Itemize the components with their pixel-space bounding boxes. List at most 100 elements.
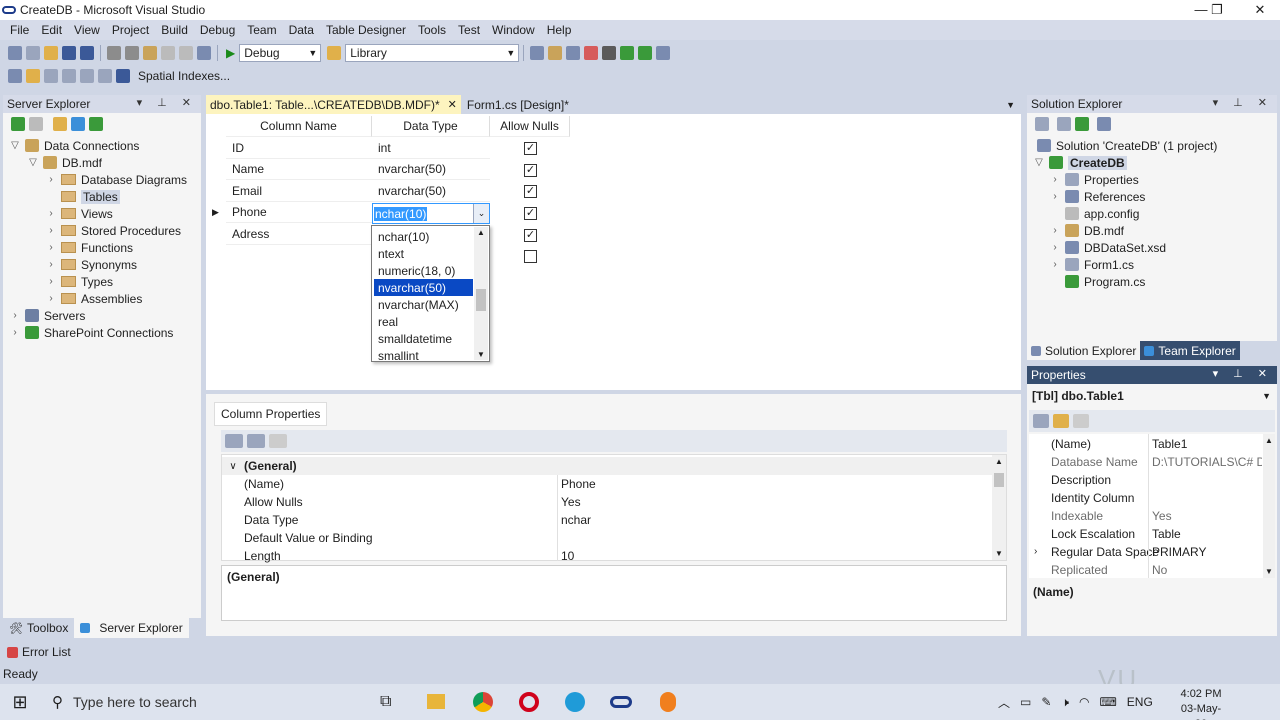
copy-icon[interactable] [125, 46, 139, 60]
undo-icon[interactable] [161, 46, 175, 60]
key-icon[interactable] [26, 69, 40, 83]
find-icon[interactable] [327, 46, 342, 60]
scroll-up-icon[interactable]: ▲ [995, 457, 1003, 466]
menu-project[interactable]: Project [106, 23, 155, 37]
menu-build[interactable]: Build [155, 23, 194, 37]
project-combo[interactable]: Library ▼ [345, 44, 520, 62]
save-icon[interactable] [62, 46, 76, 60]
prop-value[interactable]: Table1 [1152, 435, 1187, 453]
tree-solution[interactable]: Solution 'CreateDB' (1 project) [1037, 137, 1217, 154]
open-icon[interactable] [44, 46, 58, 60]
tool-icon[interactable] [656, 46, 671, 60]
prop-value[interactable]: Table [1152, 525, 1181, 543]
row-id-allow-nulls-checkbox[interactable]: ✓ [524, 142, 537, 155]
menu-window[interactable]: Window [486, 23, 541, 37]
menu-tools[interactable]: Tools [412, 23, 452, 37]
property-pages-icon[interactable] [269, 434, 287, 448]
scroll-down-icon[interactable]: ▼ [1265, 567, 1273, 576]
dropdown-option[interactable]: smallint [374, 347, 473, 364]
tree-synonyms[interactable]: › Synonyms [45, 256, 137, 273]
column-header-type[interactable]: Data Type [372, 116, 490, 137]
new-project-icon[interactable] [8, 46, 22, 60]
categorized-icon[interactable] [225, 434, 243, 448]
new-row-allow-nulls-checkbox[interactable] [524, 250, 537, 263]
save-all-icon[interactable] [80, 46, 94, 60]
windows-start-icon[interactable]: ⊞ [0, 692, 40, 713]
recorder-icon[interactable] [660, 692, 676, 712]
menu-file[interactable]: File [4, 23, 35, 37]
menu-team[interactable]: Team [241, 23, 282, 37]
prop-value[interactable]: PRIMARY [1152, 543, 1206, 561]
row-name-name[interactable]: Name [226, 159, 372, 180]
prop-value[interactable]: Yes [1152, 507, 1172, 525]
tree-program[interactable]: Program.cs [1049, 273, 1145, 290]
maximize-button[interactable]: ❐ [1194, 0, 1240, 20]
language-indicator[interactable]: ENG [1127, 695, 1153, 709]
menu-test[interactable]: Test [452, 23, 486, 37]
cut-icon[interactable] [107, 46, 121, 60]
tree-views[interactable]: › Views [45, 205, 112, 222]
tree-dbdataset[interactable]: › DBDataSet.xsd [1049, 239, 1166, 256]
tool-icon[interactable] [8, 69, 22, 83]
spatial-indexes-button[interactable]: Spatial Indexes... [138, 69, 230, 83]
connect-server-icon[interactable] [71, 117, 85, 131]
properties-scrollbar[interactable]: ▲ ▼ [992, 455, 1006, 560]
navigate-icon[interactable] [197, 46, 211, 60]
alphabetical-icon[interactable] [1053, 414, 1069, 428]
refresh-icon[interactable] [1075, 117, 1089, 131]
relationships-icon[interactable] [44, 69, 58, 83]
tree-db-mdf-file[interactable]: › DB.mdf [1049, 222, 1124, 239]
tool-icon[interactable] [638, 46, 653, 60]
tree-properties[interactable]: › Properties [1049, 171, 1138, 188]
close-tab-icon[interactable]: ✕ [448, 98, 457, 111]
opera-icon[interactable] [519, 692, 539, 712]
team-explorer-tab[interactable]: Team Explorer [1140, 341, 1240, 360]
error-list-tab[interactable]: Error List [3, 643, 75, 661]
scrollbar-thumb[interactable] [476, 289, 486, 311]
solution-explorer-tab[interactable]: Solution Explorer [1027, 341, 1141, 360]
xml-indexes-icon[interactable] [80, 69, 94, 83]
stop-icon[interactable] [29, 117, 43, 131]
tool-icon[interactable] [584, 46, 599, 60]
tree-types[interactable]: › Types [45, 273, 113, 290]
row-phone-type-combo[interactable]: nchar(10) ⌄ [372, 203, 490, 224]
tool-icon[interactable] [620, 46, 635, 60]
spatial-indexes-icon[interactable] [116, 69, 130, 83]
menu-edit[interactable]: Edit [35, 23, 68, 37]
tab-form-design[interactable]: Form1.cs [Design]* [461, 95, 575, 114]
chrome-icon[interactable] [473, 692, 493, 712]
home-icon[interactable] [1035, 117, 1049, 131]
scroll-down-icon[interactable]: ▼ [995, 549, 1003, 558]
tree-project[interactable]: ▽ CreateDB [1033, 154, 1127, 171]
properties-object-selector[interactable]: [Tbl] dbo.Table1 ▼ [1029, 386, 1275, 406]
file-explorer-icon[interactable] [427, 694, 445, 709]
start-icon[interactable]: ▶ [226, 46, 235, 60]
taskbar-search-box[interactable]: ⚲ Type here to search [40, 684, 340, 720]
categorized-icon[interactable] [1033, 414, 1049, 428]
connect-sharepoint-icon[interactable] [89, 117, 103, 131]
prop-value[interactable]: D:\TUTORIALS\C# DEV [1152, 453, 1262, 471]
column-properties-tab[interactable]: Column Properties [214, 402, 328, 426]
tool-icon[interactable] [530, 46, 545, 60]
close-button[interactable]: ✕ [1237, 0, 1280, 20]
scroll-down-icon[interactable]: ▼ [477, 350, 485, 359]
expand-icon[interactable]: › [1034, 546, 1037, 557]
menu-data[interactable]: Data [283, 23, 320, 37]
tab-dropdown-icon[interactable]: ▼ [1006, 100, 1015, 110]
config-combo[interactable]: Debug ▼ [239, 44, 322, 62]
check-constraints-icon[interactable] [98, 69, 112, 83]
panel-controls-icon[interactable]: ▾ ⊥ ✕ [1213, 96, 1273, 109]
scrollbar-thumb[interactable] [994, 473, 1004, 487]
prop-value[interactable]: No [1152, 561, 1167, 579]
tree-stored-procedures[interactable]: › Stored Procedures [45, 222, 181, 239]
row-name-allow-nulls-checkbox[interactable]: ✓ [524, 164, 537, 177]
panel-controls-icon[interactable]: ▾ ⊥ ✕ [1213, 367, 1273, 380]
dropdown-scrollbar[interactable]: ▲ ▼ [474, 227, 488, 360]
menu-table-designer[interactable]: Table Designer [320, 23, 412, 37]
menu-debug[interactable]: Debug [194, 23, 241, 37]
keyboard-icon[interactable]: ⌨ [1099, 695, 1116, 709]
server-explorer-tab[interactable]: Server Explorer [74, 618, 189, 638]
edge-icon[interactable] [565, 692, 585, 712]
prop-data-type-value[interactable]: nchar [561, 511, 591, 529]
tree-db-mdf[interactable]: ▽ DB.mdf [27, 154, 102, 171]
